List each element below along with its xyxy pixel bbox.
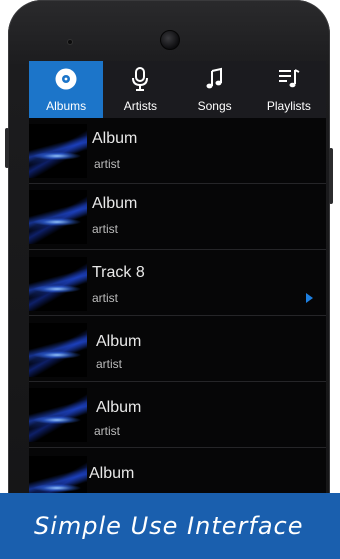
item-title: Track 8 [92, 264, 145, 281]
tab-songs[interactable]: Songs [178, 61, 252, 118]
item-title: Album [92, 130, 138, 147]
item-title: Album [92, 195, 138, 212]
item-subtitle: artist [92, 291, 119, 305]
item-subtitle: artist [94, 157, 121, 171]
power-button [329, 148, 333, 204]
list-item[interactable]: Track 8 artist [29, 250, 326, 316]
item-subtitle: artist [92, 222, 119, 236]
album-art [29, 124, 87, 178]
proximity-sensor [67, 39, 73, 45]
tab-artists[interactable]: Artists [103, 61, 177, 118]
item-title: Album [96, 399, 142, 416]
tab-label: Artists [123, 99, 158, 113]
front-camera [160, 30, 180, 50]
tab-label: Albums [46, 99, 87, 113]
tab-bar: Albums Artists Songs Playlists [29, 61, 326, 118]
tab-playlists[interactable]: Playlists [252, 61, 326, 118]
now-playing-indicator-icon [306, 293, 313, 303]
promo-banner: Simple Use Interface [0, 493, 340, 559]
album-art [29, 190, 87, 244]
list-item[interactable]: Album artist [29, 118, 326, 184]
screen: Albums Artists Songs Playlists Album art… [29, 61, 326, 559]
volume-button [5, 128, 9, 168]
album-art [29, 257, 87, 311]
music-note-icon [203, 66, 227, 92]
item-title: Album [96, 333, 142, 350]
item-subtitle: artist [96, 357, 123, 371]
list-item[interactable]: Album artist [29, 316, 326, 382]
item-title: Album [89, 465, 135, 482]
banner-text: Simple Use Interface [34, 512, 304, 540]
tab-label: Songs [197, 99, 232, 113]
album-art [29, 388, 87, 442]
tab-albums[interactable]: Albums [29, 61, 104, 118]
list-item[interactable]: Album artist [29, 184, 326, 250]
album-art [29, 323, 87, 377]
microphone-icon [128, 66, 152, 92]
album-disc-icon [54, 66, 78, 92]
phone-frame: Albums Artists Songs Playlists Album art… [5, 0, 333, 559]
tab-label: Playlists [266, 99, 311, 113]
playlist-icon [277, 66, 301, 92]
list-item[interactable]: Album artist [29, 382, 326, 448]
item-subtitle: artist [94, 424, 121, 438]
